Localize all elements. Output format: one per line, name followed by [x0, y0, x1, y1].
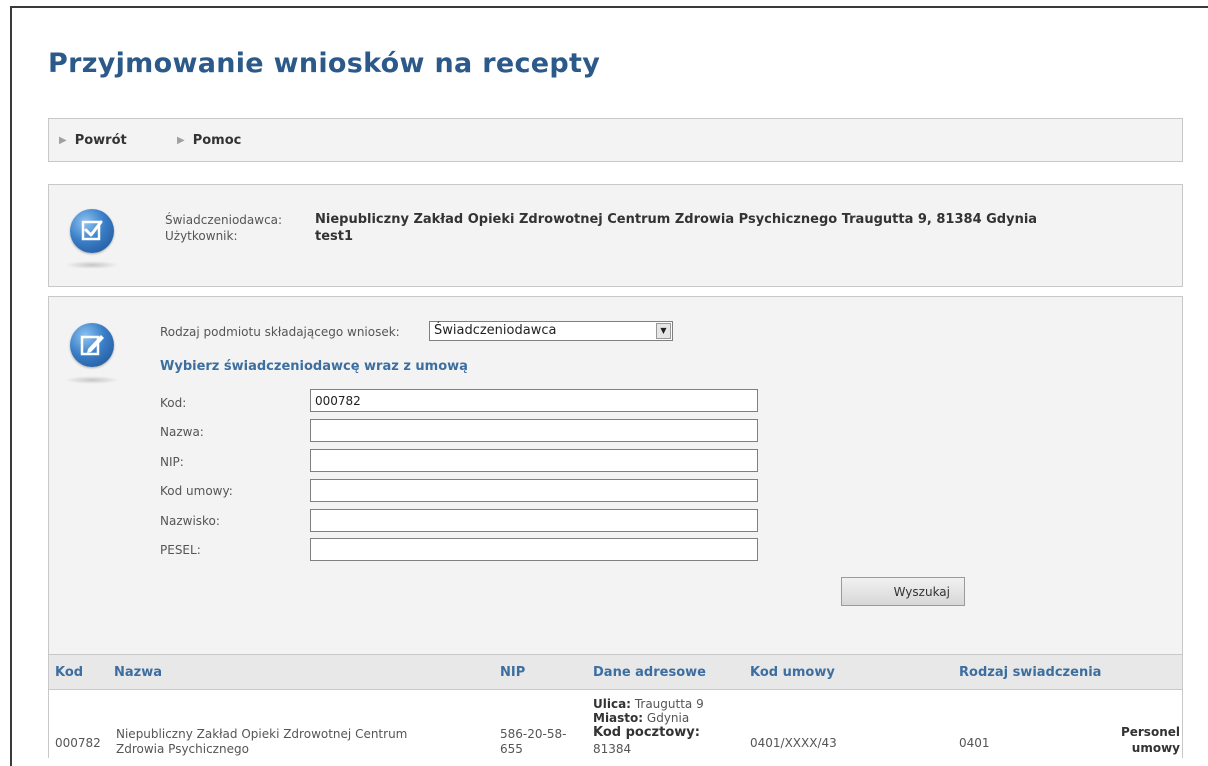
chevron-down-icon[interactable]: ▼ — [656, 323, 671, 339]
name-label: Nazwa: — [160, 425, 204, 439]
entity-type-label: Rodzaj podmiotu składającego wniosek: — [160, 325, 400, 339]
code-input[interactable] — [310, 389, 758, 412]
column-header-code[interactable]: Kod — [55, 665, 83, 680]
edit-form-icon — [70, 323, 114, 367]
row-nip-line2: 655 — [500, 742, 523, 756]
city-label: Miasto: — [593, 711, 644, 725]
help-link-label: Pomoc — [192, 133, 242, 148]
contract-code-input[interactable] — [310, 479, 758, 502]
surname-label: Nazwisko: — [160, 514, 220, 528]
column-header-nip[interactable]: NIP — [500, 665, 525, 680]
back-link-label: Powrót — [74, 133, 127, 148]
page-title: Przyjmowanie wniosków na recepty — [48, 48, 601, 79]
search-button[interactable]: Wyszukaj — [841, 577, 965, 606]
user-label: Użytkownik: — [165, 229, 238, 243]
row-name-line1: Niepubliczny Zakład Opieki Zdrowotnej Ce… — [116, 727, 408, 741]
nip-input[interactable] — [310, 449, 758, 472]
provider-value: Niepubliczny Zakład Opieki Zdrowotnej Ce… — [315, 212, 1038, 227]
arrow-right-icon: ▶ — [177, 135, 185, 146]
nip-label: NIP: — [160, 455, 184, 469]
icon-shadow — [65, 261, 119, 269]
arrow-right-icon: ▶ — [59, 135, 67, 146]
pesel-label: PESEL: — [160, 543, 201, 557]
contract-staff-link-line2: umowy — [1131, 741, 1180, 755]
provider-info-panel: Świadczeniodawca: Niepubliczny Zakład Op… — [48, 184, 1183, 287]
postal-label: Kod pocztowy: — [593, 725, 700, 740]
provider-label: Świadczeniodawca: — [165, 213, 283, 227]
pesel-input[interactable] — [310, 538, 758, 561]
help-link[interactable]: ▶ Pomoc — [177, 133, 241, 148]
surname-input[interactable] — [310, 509, 758, 532]
city-value: Gdynia — [646, 711, 690, 725]
row-address-postal-label: Kod pocztowy: — [593, 726, 700, 740]
user-value: test1 — [315, 229, 354, 244]
results-table: Kod Nazwa NIP Dane adresowe Kod umowy Ro… — [48, 654, 1183, 758]
row-nip-line1: 586-20-58- — [500, 727, 567, 741]
entity-type-value: Świadczeniodawca — [434, 323, 557, 338]
row-name-line2: Zdrowia Psychicznego — [116, 742, 249, 756]
contract-code-label: Kod umowy: — [160, 484, 233, 498]
row-address-postal-value: 81384 — [593, 742, 632, 756]
column-header-service-type[interactable]: Rodzaj swiadczenia — [959, 665, 1101, 680]
row-code: 000782 — [55, 736, 101, 750]
contract-staff-link[interactable]: Personel umowy — [1121, 724, 1180, 756]
street-label: Ulica: — [593, 697, 631, 711]
contract-staff-link-line1: Personel — [1120, 725, 1180, 739]
column-header-contract-code[interactable]: Kod umowy — [750, 665, 835, 680]
icon-shadow — [65, 376, 119, 384]
entity-type-select[interactable]: Świadczeniodawca ▼ — [429, 321, 673, 341]
column-header-name[interactable]: Nazwa — [114, 665, 162, 680]
checkbox-form-icon — [70, 209, 114, 253]
row-contract-code: 0401/XXXX/43 — [750, 736, 837, 750]
table-header: Kod Nazwa NIP Dane adresowe Kod umowy Ro… — [49, 654, 1182, 690]
row-service-type: 0401 — [959, 736, 990, 750]
search-panel: Rodzaj podmiotu składającego wniosek: Św… — [48, 296, 1183, 654]
name-input[interactable] — [310, 419, 758, 442]
action-bar: ▶ Powrót ▶ Pomoc — [48, 118, 1183, 162]
provider-search-heading: Wybierz świadczeniodawcę wraz z umową — [160, 359, 468, 374]
code-label: Kod: — [160, 396, 187, 410]
back-link[interactable]: ▶ Powrót — [59, 133, 127, 148]
row-address-street: Ulica: Traugutta 9 — [593, 697, 704, 711]
column-header-address[interactable]: Dane adresowe — [593, 665, 706, 680]
street-value: Traugutta 9 — [634, 697, 704, 711]
row-address-city: Miasto: Gdynia — [593, 711, 689, 725]
